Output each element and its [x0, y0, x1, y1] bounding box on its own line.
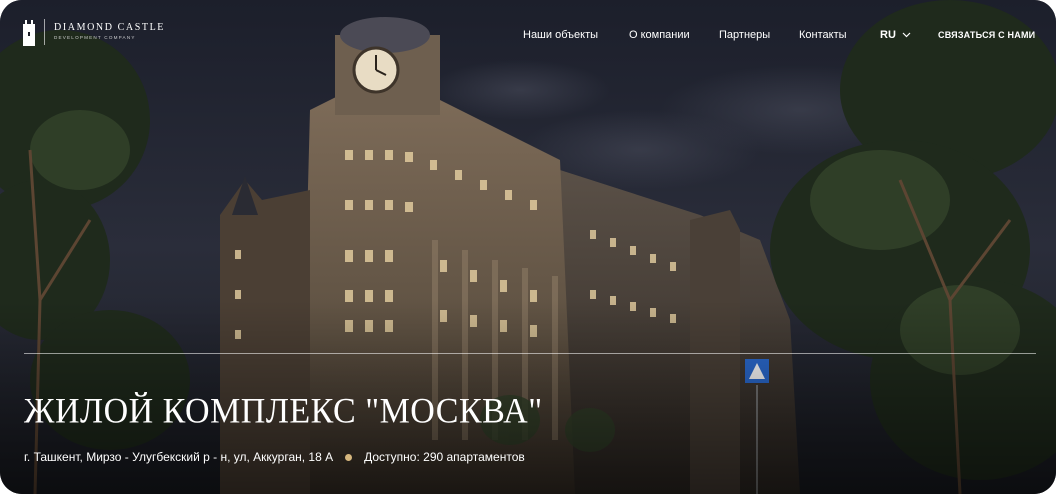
hero-divider [24, 353, 1036, 354]
nav-item-contacts[interactable]: Контакты [799, 29, 847, 41]
language-switcher[interactable]: RU [880, 29, 911, 41]
nav-item-projects[interactable]: Наши объекты [523, 29, 598, 41]
contact-us-button[interactable]: СВЯЗАТЬСЯ С НАМИ [938, 30, 1035, 40]
hero-meta: г. Ташкент, Мирзо - Улугбекский р - н, у… [24, 450, 525, 464]
hero-frame: DIAMOND CASTLE DEVELOPMENT COMPANY Наши … [0, 0, 1056, 494]
main-nav: Наши объекты О компании Партнеры Контакт… [0, 29, 1056, 43]
nav-item-about[interactable]: О компании [629, 29, 690, 41]
chevron-down-icon [902, 32, 911, 38]
nav-item-partners[interactable]: Партнеры [719, 29, 770, 41]
hero-title: ЖИЛОЙ КОМПЛЕКС "МОСКВА" [24, 392, 543, 431]
language-label: RU [880, 29, 896, 41]
site-header: DIAMOND CASTLE DEVELOPMENT COMPANY Наши … [0, 0, 1056, 70]
project-address: г. Ташкент, Мирзо - Улугбекский р - н, у… [24, 450, 334, 464]
separator-dot-icon [345, 453, 353, 461]
availability-text: Доступно: 290 апартаментов [364, 450, 525, 464]
